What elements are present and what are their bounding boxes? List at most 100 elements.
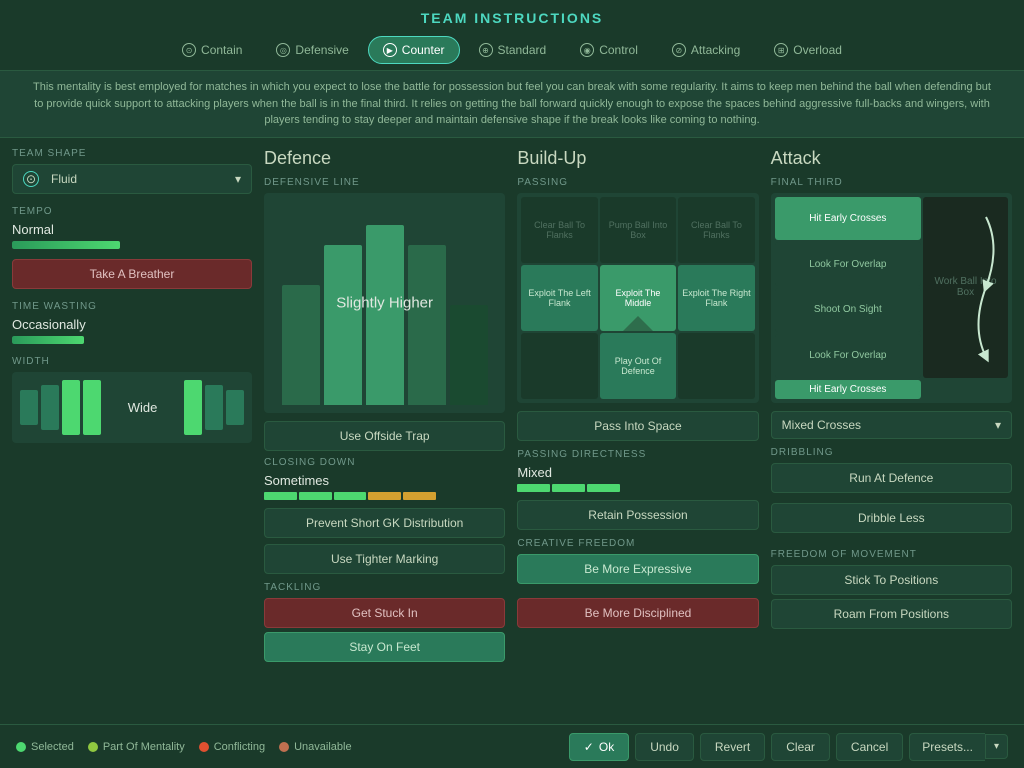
creative-freedom-buttons: Be More Expressive Be More Disciplined <box>517 554 758 638</box>
stay-on-feet-button[interactable]: Stay On Feet <box>264 632 505 662</box>
stick-positions-button[interactable]: Stick To Positions <box>771 565 1012 595</box>
mixed-crosses-dropdown[interactable]: Mixed Crosses ▾ <box>771 411 1012 439</box>
counter-icon: ▶ <box>383 43 397 57</box>
width-bar-3 <box>62 380 80 435</box>
hit-early-crosses-top[interactable]: Hit Early Crosses <box>775 197 921 241</box>
overload-icon: ⊞ <box>774 43 788 57</box>
legend-selected: Selected <box>16 741 74 753</box>
pd-seg-7 <box>726 484 759 492</box>
fluid-icon: ⊙ <box>23 171 39 187</box>
part-dot <box>88 742 98 752</box>
tempo-progress-bar <box>12 241 252 249</box>
offside-trap-button[interactable]: Use Offside Trap <box>264 421 505 451</box>
revert-button[interactable]: Revert <box>700 733 765 761</box>
tab-defensive[interactable]: ◎ Defensive <box>261 36 363 64</box>
hit-early-crosses-bottom[interactable]: Hit Early Crosses <box>775 380 921 399</box>
look-for-overlap-bottom[interactable]: Look For Overlap <box>775 334 921 378</box>
be-more-expressive-button[interactable]: Be More Expressive <box>517 554 758 584</box>
tab-attacking[interactable]: ⊘ Attacking <box>657 36 755 64</box>
pd-seg-6 <box>691 484 724 492</box>
width-bar-7 <box>226 390 244 425</box>
passing-directness-label: PASSING DIRECTNESS <box>517 449 758 460</box>
defensive-line-viz: Slightly Higher <box>264 193 505 413</box>
width-section: WIDTH Wide <box>12 356 252 443</box>
pass-cell-1[interactable]: Pump Ball Into Box <box>600 197 676 263</box>
footer-buttons: ✓ Ok Undo Revert Clear Cancel Presets...… <box>569 733 1008 761</box>
tempo-label: TEMPO <box>12 206 252 217</box>
look-for-overlap-top[interactable]: Look For Overlap <box>775 242 921 286</box>
width-bar-4 <box>83 380 101 435</box>
def-bar-3 <box>366 225 404 405</box>
team-shape-dropdown[interactable]: ⊙ Fluid ▾ <box>12 164 252 194</box>
triangle-indicator <box>623 316 653 331</box>
seg-1 <box>264 492 297 500</box>
work-ball-cell[interactable]: Work Ball Into Box <box>923 197 1008 378</box>
run-at-defence-button[interactable]: Run At Defence <box>771 463 1012 493</box>
width-bar-2 <box>41 385 59 430</box>
pass-cell-4[interactable]: Exploit The Middle <box>600 265 676 331</box>
width-bar-6 <box>205 385 223 430</box>
seg-7 <box>473 492 506 500</box>
attack-panel: Attack FINAL THIRD Hit Early Crosses Wor… <box>771 148 1012 726</box>
presets-button[interactable]: Presets... <box>909 733 985 761</box>
roam-positions-button[interactable]: Roam From Positions <box>771 599 1012 629</box>
final-third-label: FINAL THIRD <box>771 177 1012 188</box>
ok-button[interactable]: ✓ Ok <box>569 733 629 761</box>
pass-cell-3[interactable]: Exploit The Left Flank <box>521 265 597 331</box>
def-bar-1 <box>282 285 320 405</box>
dribbling-buttons: Run At Defence Dribble Less <box>771 463 1012 539</box>
shoot-on-sight[interactable]: Shoot On Sight <box>775 288 921 332</box>
mentality-description: This mentality is best employed for matc… <box>0 70 1024 138</box>
time-wasting-value: Occasionally <box>12 317 252 332</box>
prevent-gk-button[interactable]: Prevent Short GK Distribution <box>264 508 505 538</box>
centre-panels: Defence DEFENSIVE LINE Slightly Higher U… <box>264 148 1012 726</box>
tempo-value: Normal <box>12 222 252 237</box>
tab-counter[interactable]: ▶ Counter <box>368 36 460 64</box>
contain-icon: ⊙ <box>182 43 196 57</box>
presets-dropdown-arrow[interactable]: ▾ <box>985 734 1008 759</box>
get-stuck-in-button[interactable]: Get Stuck In <box>264 598 505 628</box>
clear-button[interactable]: Clear <box>771 733 830 761</box>
curved-arrows <box>966 207 1006 367</box>
cancel-button[interactable]: Cancel <box>836 733 903 761</box>
tab-overload[interactable]: ⊞ Overload <box>759 36 857 64</box>
selected-dot <box>16 742 26 752</box>
attack-title: Attack <box>771 148 1012 169</box>
dribble-less-button[interactable]: Dribble Less <box>771 503 1012 533</box>
pass-cell-7[interactable]: Play Out Of Defence <box>600 333 676 399</box>
tab-contain[interactable]: ⊙ Contain <box>167 36 257 64</box>
tighter-marking-button[interactable]: Use Tighter Marking <box>264 544 505 574</box>
undo-button[interactable]: Undo <box>635 733 694 761</box>
pass-into-space-button[interactable]: Pass Into Space <box>517 411 758 441</box>
passing-viz: Clear Ball To Flanks Pump Ball Into Box … <box>517 193 758 403</box>
pass-cell-6 <box>521 333 597 399</box>
presets-button-group: Presets... ▾ <box>909 733 1008 761</box>
seg-2 <box>299 492 332 500</box>
be-more-disciplined-button[interactable]: Be More Disciplined <box>517 598 758 628</box>
pd-seg-1 <box>517 484 550 492</box>
pass-cell-5[interactable]: Exploit The Right Flank <box>678 265 754 331</box>
team-shape-section: TEAM SHAPE ⊙ Fluid ▾ <box>12 148 252 194</box>
def-bar-5 <box>450 305 488 405</box>
control-icon: ◉ <box>580 43 594 57</box>
defence-title: Defence <box>264 148 505 169</box>
seg-4 <box>368 492 401 500</box>
width-value: Wide <box>104 400 181 415</box>
attacking-icon: ⊘ <box>672 43 686 57</box>
seg-5 <box>403 492 436 500</box>
def-bar-2 <box>324 245 362 405</box>
closing-down-value: Sometimes <box>264 473 505 488</box>
pass-cell-8 <box>678 333 754 399</box>
retain-possession-button[interactable]: Retain Possession <box>517 500 758 530</box>
page-title: TEAM INSTRUCTIONS <box>0 10 1024 26</box>
pass-cell-2[interactable]: Clear Ball To Flanks <box>678 197 754 263</box>
attack-grid: Hit Early Crosses Work Ball Into Box <box>771 193 1012 403</box>
take-breather-button[interactable]: Take A Breather <box>12 259 252 289</box>
left-panel: TEAM SHAPE ⊙ Fluid ▾ TEMPO Normal Take A… <box>12 148 252 726</box>
standard-icon: ⊕ <box>479 43 493 57</box>
tab-standard[interactable]: ⊕ Standard <box>464 36 562 64</box>
passing-label: PASSING <box>517 177 758 188</box>
tab-control[interactable]: ◉ Control <box>565 36 653 64</box>
pass-cell-0[interactable]: Clear Ball To Flanks <box>521 197 597 263</box>
legend-unavailable: Unavailable <box>279 741 351 753</box>
